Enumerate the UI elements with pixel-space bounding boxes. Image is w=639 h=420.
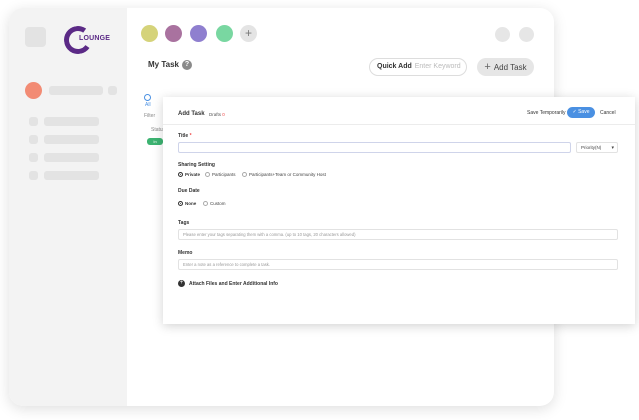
sidebar-item-icon: [29, 153, 38, 162]
radio-selected-icon: [178, 201, 183, 206]
modal-divider: [163, 124, 635, 125]
radio-icon: [242, 172, 247, 177]
add-task-modal: Add Task Drafts 0 Save Temporarily ✓ Sav…: [163, 97, 635, 324]
sidebar-item[interactable]: [44, 117, 99, 126]
plus-icon: +: [484, 61, 491, 73]
title-label-text: Title: [178, 133, 189, 139]
caret-down-icon: ▾: [611, 145, 614, 151]
behind-filter-label: Filter: [144, 113, 156, 119]
title-label: Title *: [178, 133, 192, 139]
required-mark: *: [188, 133, 192, 139]
sharing-option-label: Participants+Team or Community Host: [249, 172, 326, 177]
drafts-count: 0: [222, 112, 225, 117]
add-task-label: Add Task: [493, 63, 527, 72]
radio-selected-icon: [178, 172, 183, 177]
color-filter-mauve[interactable]: [165, 25, 182, 42]
sidebar-item[interactable]: [44, 153, 99, 162]
memo-input[interactable]: Enter a note as a reference to complete …: [178, 259, 618, 270]
help-icon[interactable]: ?: [182, 60, 192, 70]
due-date-label: Due Date: [178, 188, 200, 194]
sharing-label: Sharing Setting: [178, 162, 215, 168]
due-option-label: Custom: [210, 201, 226, 206]
save-temporarily-button[interactable]: Save Temporarily: [527, 110, 566, 116]
color-filter-yellow[interactable]: [141, 25, 158, 42]
sidebar-item-icon: [29, 135, 38, 144]
quick-add-input[interactable]: Quick Add Enter Keyword: [369, 58, 467, 76]
page-title: My Task: [148, 60, 179, 69]
modal-title: Add Task: [178, 111, 205, 117]
cancel-button[interactable]: Cancel: [600, 110, 616, 116]
sidebar-item-icon: [29, 117, 38, 126]
quick-add-label: Quick Add: [377, 63, 412, 70]
title-input[interactable]: [178, 142, 571, 153]
color-filter-purple[interactable]: [190, 25, 207, 42]
logo-text: LOUNGE: [79, 35, 111, 42]
user-avatar[interactable]: [25, 82, 42, 99]
memo-label: Memo: [178, 250, 193, 256]
sharing-option-team[interactable]: Participants+Team or Community Host: [242, 172, 326, 177]
priority-value: Priority(N): [581, 145, 602, 150]
sharing-option-label: Participants: [212, 172, 236, 177]
due-option-label: None: [185, 201, 197, 206]
header-action-placeholder[interactable]: [495, 27, 510, 42]
header-action-placeholder[interactable]: [519, 27, 534, 42]
priority-select[interactable]: Priority(N) ▾: [576, 142, 618, 153]
radio-icon: [205, 172, 210, 177]
user-name-placeholder: [49, 86, 103, 95]
save-label: Save: [578, 109, 590, 115]
sidebar-item[interactable]: [44, 135, 99, 144]
drafts-label: Drafts: [209, 112, 222, 117]
attach-files-link[interactable]: Attach Files and Enter Additional Info: [189, 281, 278, 287]
save-button[interactable]: ✓ Save: [567, 107, 595, 118]
sidebar-item-icon: [29, 171, 38, 180]
sharing-option-private[interactable]: Private: [178, 172, 200, 177]
attach-icon[interactable]: +: [178, 280, 185, 287]
drafts-indicator[interactable]: Drafts 0: [209, 112, 225, 117]
sharing-option-participants[interactable]: Participants: [205, 172, 236, 177]
add-color-button[interactable]: +: [240, 25, 257, 42]
sidebar: LOUNGE: [9, 8, 127, 406]
add-task-button[interactable]: + Add Task: [477, 58, 534, 76]
sidebar-menu-icon[interactable]: [25, 27, 46, 47]
radio-icon: [203, 201, 208, 206]
color-filter-green[interactable]: [216, 25, 233, 42]
tags-input[interactable]: Please enter your tags separating them w…: [178, 229, 618, 240]
due-option-custom[interactable]: Custom: [203, 201, 226, 206]
behind-all-label: All: [145, 102, 151, 108]
status-badge: In Progress: [147, 138, 164, 151]
tags-label: Tags: [178, 220, 190, 226]
sidebar-item[interactable]: [44, 171, 99, 180]
user-menu-placeholder[interactable]: [108, 86, 117, 95]
sharing-option-label: Private: [185, 172, 201, 177]
quick-add-placeholder: Enter Keyword: [414, 63, 461, 70]
due-option-none[interactable]: None: [178, 201, 196, 206]
check-all-icon[interactable]: [144, 94, 151, 101]
